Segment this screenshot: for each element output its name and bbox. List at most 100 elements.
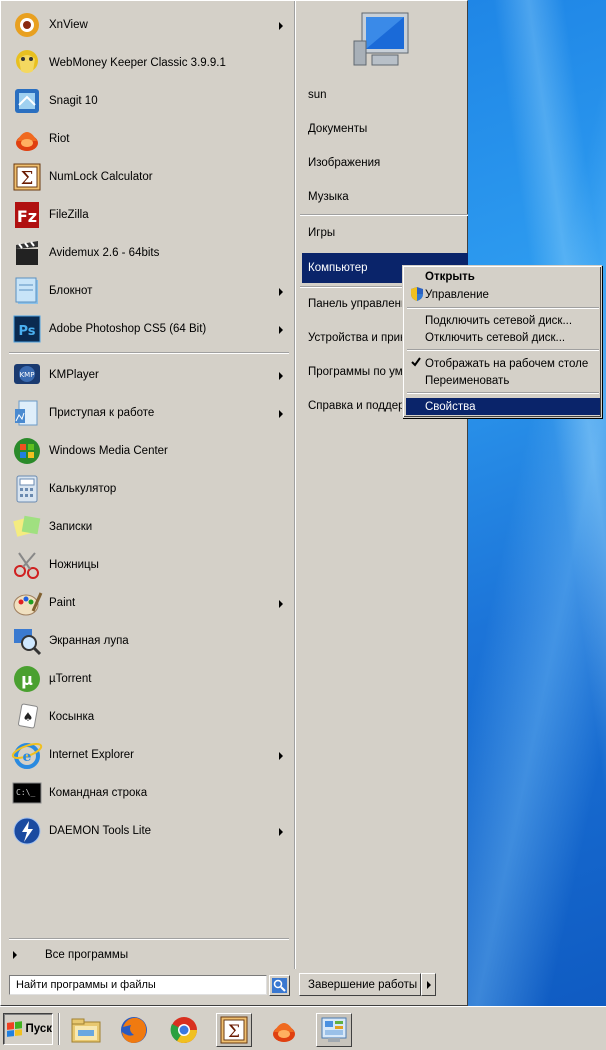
place-pictures[interactable]: Изображения [302, 148, 468, 178]
taskbar-chrome[interactable] [166, 1013, 202, 1047]
program-internet-explorer[interactable]: e Internet Explorer [7, 736, 291, 774]
shutdown-button[interactable]: Завершение работы [299, 973, 421, 996]
notepad-icon [11, 275, 43, 307]
program-daemon-tools[interactable]: DAEMON Tools Lite [7, 812, 291, 850]
getting-started-icon [11, 397, 43, 429]
webmoney-icon [11, 47, 43, 79]
firefox-icon [121, 1017, 147, 1043]
ctx-open[interactable]: Открыть [406, 268, 600, 285]
program-media-center[interactable]: Windows Media Center [7, 432, 291, 470]
program-kmplayer[interactable]: KMP KMPlayer [7, 356, 291, 394]
program-label: Косынка [49, 711, 95, 723]
program-label: µTorrent [49, 673, 92, 685]
program-label: Экранная лупа [49, 635, 129, 647]
chevron-right-icon [426, 980, 431, 989]
svg-text:Fz: Fz [17, 207, 37, 226]
program-magnifier[interactable]: Экранная лупа [7, 622, 291, 660]
program-label: Ножницы [49, 559, 99, 571]
magnifier-icon [11, 625, 43, 657]
explorer-icon [71, 1018, 101, 1043]
program-label: Internet Explorer [49, 749, 135, 761]
internet-explorer-icon: e [11, 739, 43, 771]
ctx-map-network-drive[interactable]: Подключить сетевой диск... [406, 312, 600, 329]
program-label: Командная строка [49, 787, 148, 799]
calculator-icon [11, 473, 43, 505]
program-command-prompt[interactable]: C:\_ Командная строка [7, 774, 291, 812]
uac-shield-icon [410, 287, 424, 301]
program-label: Riot [49, 133, 70, 145]
program-photoshop[interactable]: Ps Adobe Photoshop CS5 (64 Bit) [7, 310, 291, 348]
riot-icon [11, 123, 43, 155]
taskbar-firefox[interactable] [116, 1013, 152, 1047]
program-label: Блокнот [49, 285, 93, 297]
place-user-folder[interactable]: sun [302, 80, 468, 110]
filezilla-icon: Fz [11, 199, 43, 231]
program-snagit[interactable]: Snagit 10 [7, 82, 291, 120]
program-calculator[interactable]: Калькулятор [7, 470, 291, 508]
svg-text:Ps: Ps [18, 324, 35, 339]
program-xnview[interactable]: XnView [7, 6, 291, 44]
ctx-manage[interactable]: Управление [406, 286, 600, 303]
program-notepad[interactable]: Блокнот [7, 272, 291, 310]
program-label: Snagit 10 [49, 95, 98, 107]
all-programs-button[interactable]: Все программы [7, 945, 291, 965]
photoshop-icon: Ps [11, 313, 43, 345]
windows-logo-icon [7, 1021, 23, 1037]
places-divider [300, 214, 468, 216]
program-label: XnView [49, 19, 88, 31]
program-snipping-tool[interactable]: Ножницы [7, 546, 291, 584]
riot-icon [273, 1023, 295, 1042]
program-utorrent[interactable]: µ µTorrent [7, 660, 291, 698]
program-label: DAEMON Tools Lite [49, 825, 152, 837]
start-label: Пуск [25, 1023, 52, 1035]
program-label: WebMoney Keeper Classic 3.9.9.1 [49, 57, 226, 69]
ctx-show-on-desktop[interactable]: Отображать на рабочем столе [406, 355, 600, 372]
svg-text:Σ: Σ [21, 168, 34, 189]
taskbar-numlock-calculator[interactable]: Σ [216, 1013, 252, 1047]
program-riot[interactable]: Riot [7, 120, 291, 158]
program-webmoney[interactable]: WebMoney Keeper Classic 3.9.9.1 [7, 44, 291, 82]
computer-user-picture [350, 11, 414, 69]
places-pane: sun Документы Изображения Музыка Игры Ко… [295, 1, 469, 969]
svg-text:C:\_: C:\_ [16, 788, 35, 797]
paint-icon [11, 587, 43, 619]
chrome-icon [170, 1017, 198, 1044]
svg-text:µ: µ [21, 670, 33, 689]
expand-arrow-icon [13, 951, 17, 959]
utorrent-icon: µ [11, 663, 43, 695]
program-paint[interactable]: Paint [7, 584, 291, 622]
search-input[interactable]: Найти программы и файлы [9, 975, 267, 995]
place-documents[interactable]: Документы [302, 114, 468, 144]
checkmark-icon [411, 357, 425, 371]
program-sticky-notes[interactable]: Записки [7, 508, 291, 546]
svg-text:Σ: Σ [228, 1022, 240, 1042]
program-solitaire[interactable]: ♠ Косынка [7, 698, 291, 736]
daemon-tools-icon [11, 815, 43, 847]
ctx-disconnect-network-drive[interactable]: Отключить сетевой диск... [406, 329, 600, 346]
taskbar-control-panel[interactable] [316, 1013, 352, 1047]
program-label: Paint [49, 597, 76, 609]
search-button[interactable] [269, 975, 290, 996]
program-filezilla[interactable]: Fz FileZilla [7, 196, 291, 234]
taskbar-explorer[interactable] [68, 1013, 104, 1047]
submenu-arrow-icon [279, 22, 283, 30]
taskbar-riot[interactable] [266, 1013, 302, 1047]
ctx-rename[interactable]: Переименовать [406, 372, 600, 389]
program-numlock-calculator[interactable]: Σ NumLock Calculator [7, 158, 291, 196]
program-avidemux[interactable]: Avidemux 2.6 - 64bits [7, 234, 291, 272]
place-music[interactable]: Музыка [302, 182, 468, 212]
kmplayer-icon: KMP [11, 359, 43, 391]
shutdown-options-button[interactable] [421, 973, 436, 996]
ctx-properties[interactable]: Свойства [406, 398, 600, 415]
submenu-arrow-icon [279, 600, 283, 608]
program-label: Приступая к работе [49, 407, 155, 419]
program-label: FileZilla [49, 209, 89, 221]
all-programs-label: Все программы [45, 949, 129, 961]
submenu-arrow-icon [279, 288, 283, 296]
place-games[interactable]: Игры [302, 218, 468, 248]
search-icon [272, 978, 287, 993]
start-button[interactable]: Пуск [3, 1013, 53, 1045]
program-list-divider [9, 352, 289, 354]
ctx-manage-label: Управление [425, 288, 489, 301]
program-getting-started[interactable]: Приступая к работе [7, 394, 291, 432]
